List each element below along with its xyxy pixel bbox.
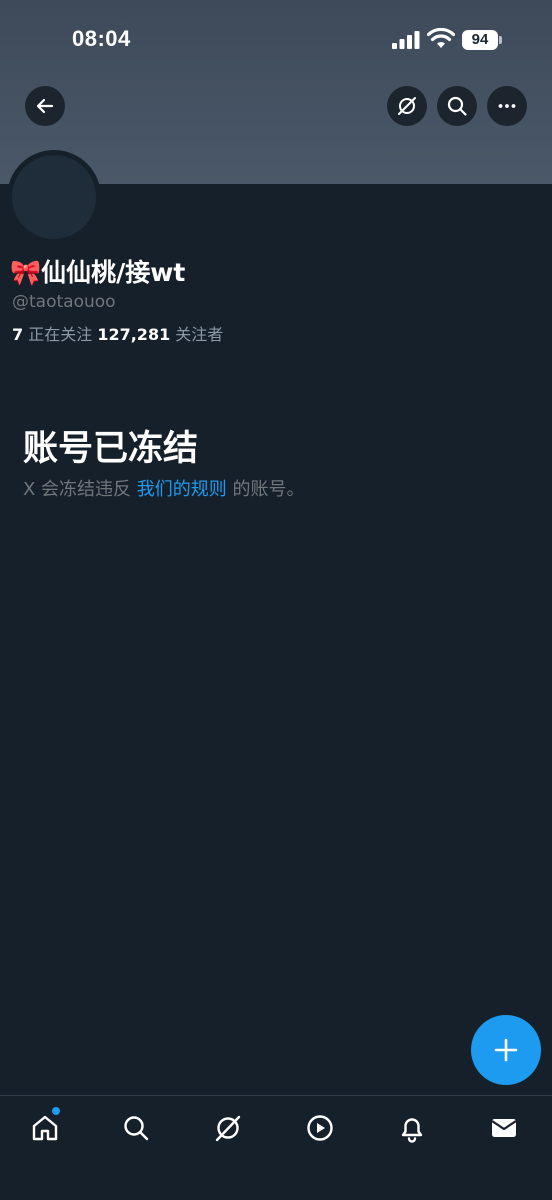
avatar[interactable] — [7, 150, 101, 244]
frozen-desc-suffix: 的账号。 — [226, 479, 305, 500]
search-icon — [124, 1116, 149, 1141]
notifications-icon — [401, 1118, 423, 1143]
plus-icon — [494, 1038, 518, 1062]
frozen-desc-prefix: X 会冻结违反 — [23, 479, 137, 500]
status-time: 08:04 — [72, 26, 131, 51]
follow-stats: 7 正在关注 127,281 关注者 — [12, 321, 223, 345]
tab-search[interactable] — [116, 1110, 156, 1146]
messages-icon — [491, 1119, 517, 1137]
tab-grok[interactable] — [208, 1110, 248, 1146]
followers-stat[interactable]: 127,281 关注者 — [97, 325, 223, 344]
account-frozen-description: X 会冻结违反 我们的规则 的账号。 — [23, 475, 305, 501]
battery-indicator: 94 — [462, 30, 498, 50]
tab-home[interactable] — [25, 1110, 65, 1146]
tab-notifications[interactable] — [392, 1110, 432, 1146]
arrow-left-icon — [36, 98, 54, 114]
compose-button[interactable] — [471, 1015, 541, 1085]
grok-icon — [215, 1115, 241, 1142]
following-stat[interactable]: 7 正在关注 — [12, 325, 97, 344]
avatar-image — [12, 155, 96, 239]
bottom-tab-bar — [0, 1095, 552, 1200]
following-count: 7 — [12, 325, 24, 344]
search-icon — [447, 96, 467, 116]
following-label: 正在关注 — [23, 325, 98, 344]
home-notification-badge — [52, 1107, 60, 1115]
search-button[interactable] — [437, 86, 477, 126]
battery-tip — [499, 36, 502, 44]
grok-icon — [398, 97, 416, 115]
more-horizontal-icon — [498, 104, 516, 108]
home-icon — [32, 1115, 58, 1141]
followers-label: 关注者 — [170, 325, 224, 344]
display-name: 🎀仙仙桃/接wt — [10, 258, 186, 287]
tab-video[interactable] — [300, 1110, 340, 1146]
more-options-button[interactable] — [487, 86, 527, 126]
followers-count: 127,281 — [97, 325, 171, 344]
rules-link[interactable]: 我们的规则 — [137, 479, 227, 500]
video-icon — [307, 1115, 333, 1141]
wifi-icon — [427, 28, 455, 48]
account-frozen-title: 账号已冻结 — [23, 429, 199, 469]
status-bar: 08:04 94 — [0, 0, 552, 80]
user-handle: @taotaouoo — [12, 292, 116, 312]
back-button[interactable] — [25, 86, 65, 126]
cellular-signal-icon — [392, 31, 420, 49]
tab-messages[interactable] — [484, 1110, 524, 1146]
grok-button[interactable] — [387, 86, 427, 126]
